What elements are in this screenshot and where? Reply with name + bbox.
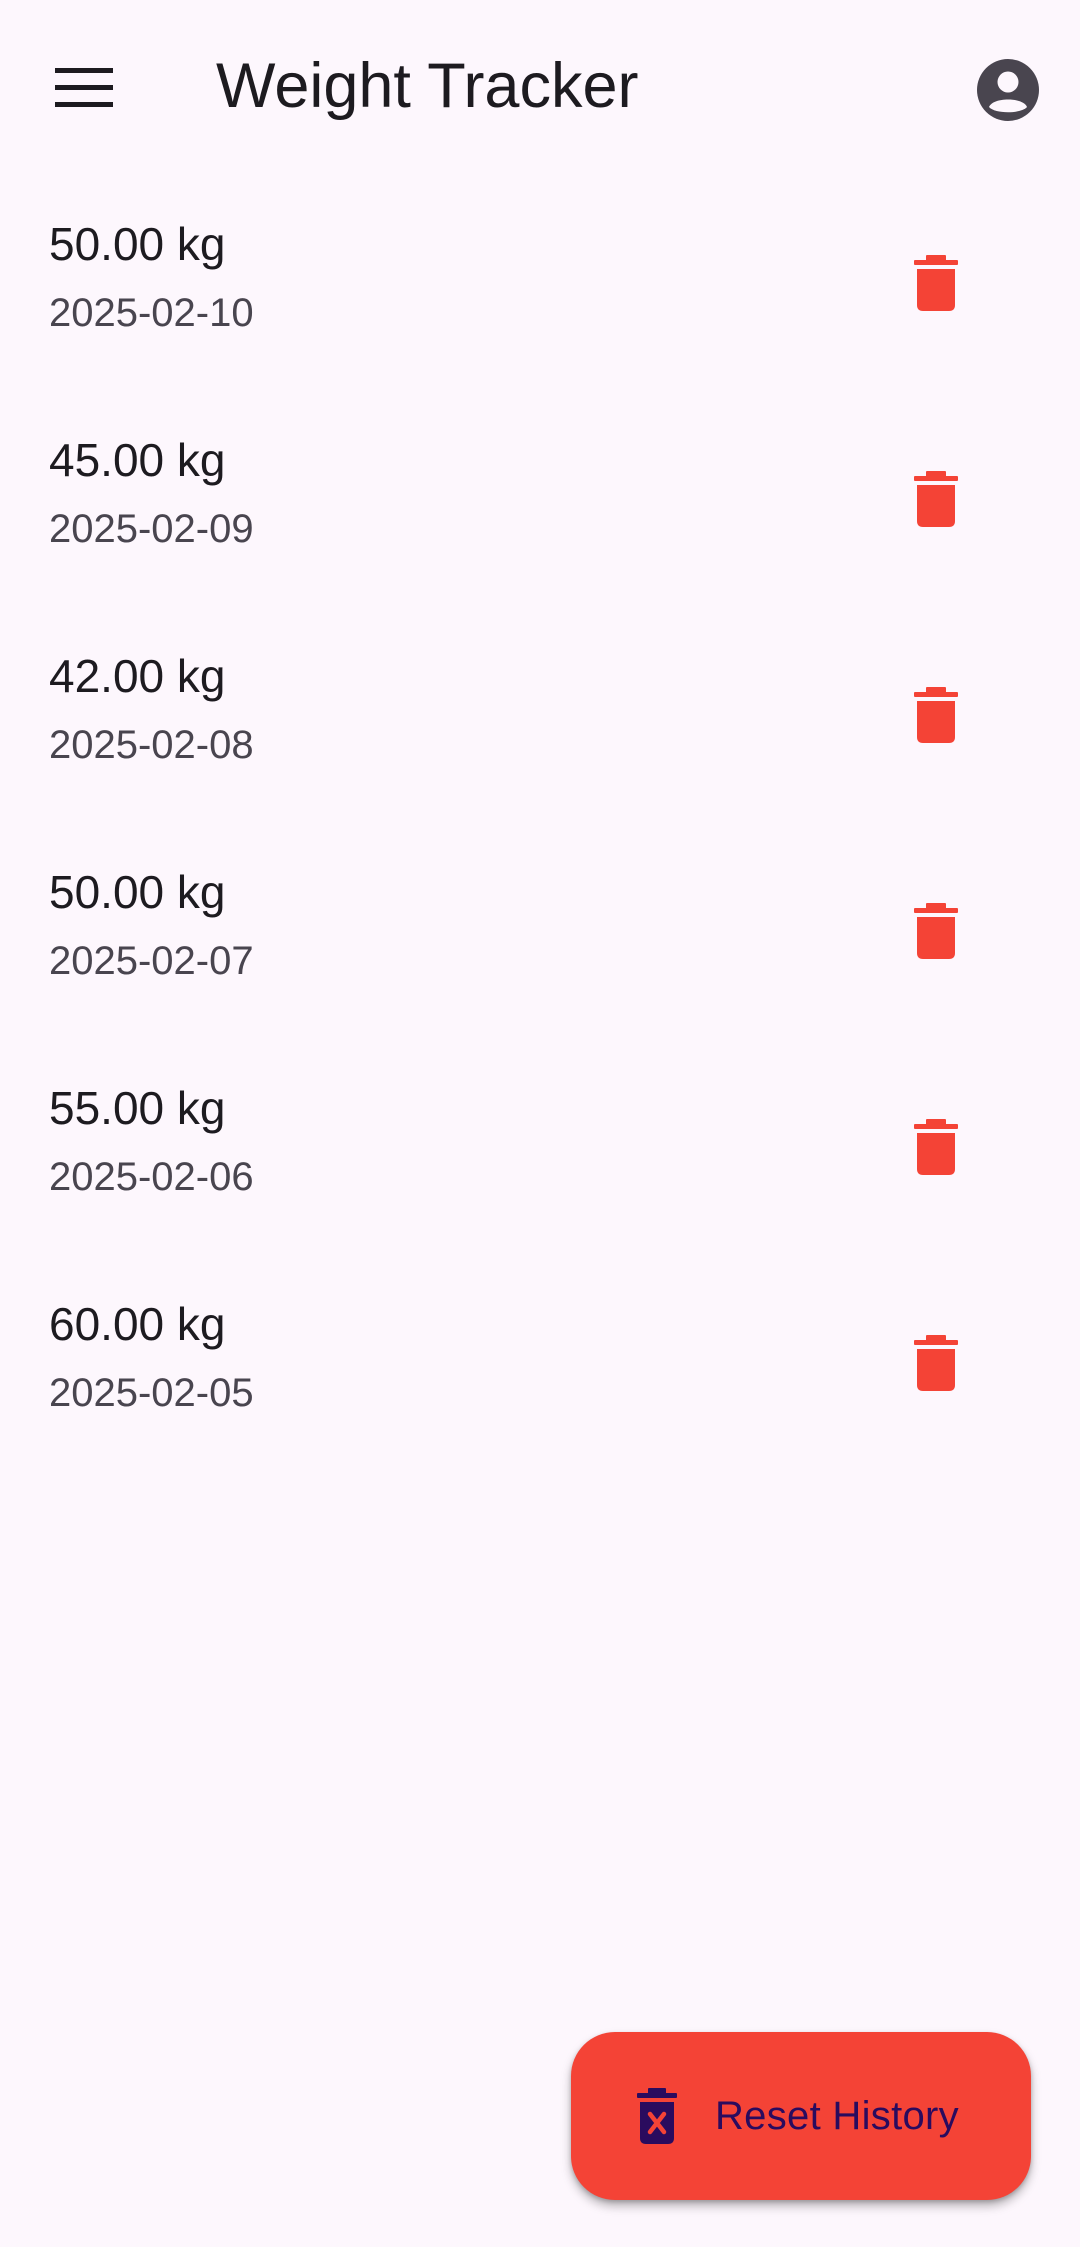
trash-icon xyxy=(914,686,958,748)
entry-weight: 42.00 kg xyxy=(49,650,226,702)
menu-icon xyxy=(55,68,113,108)
account-circle-icon xyxy=(977,58,1039,126)
entry-date: 2025-02-09 xyxy=(49,507,254,551)
trash-icon xyxy=(914,1334,958,1396)
entry-weight: 45.00 kg xyxy=(49,434,226,486)
weight-history-list: 50.00 kg 2025-02-10 45.00 kg 2025-02-09 xyxy=(0,176,1080,1472)
delete-entry-button[interactable] xyxy=(896,1320,976,1410)
menu-button[interactable] xyxy=(40,51,128,125)
entry-weight: 50.00 kg xyxy=(49,218,226,270)
entry-weight: 50.00 kg xyxy=(49,866,226,918)
list-item: 50.00 kg 2025-02-07 xyxy=(0,824,1080,1040)
trash-icon xyxy=(914,254,958,316)
reset-history-label: Reset History xyxy=(715,2094,959,2138)
reset-history-button[interactable]: Reset History xyxy=(571,2032,1031,2200)
entry-date: 2025-02-08 xyxy=(49,723,254,767)
trash-icon xyxy=(914,470,958,532)
delete-entry-button[interactable] xyxy=(896,672,976,762)
delete-entry-button[interactable] xyxy=(896,456,976,546)
list-item: 55.00 kg 2025-02-06 xyxy=(0,1040,1080,1256)
page-title: Weight Tracker xyxy=(216,51,639,121)
list-item: 60.00 kg 2025-02-05 xyxy=(0,1256,1080,1472)
entry-date: 2025-02-07 xyxy=(49,939,254,983)
entry-weight: 55.00 kg xyxy=(49,1082,226,1134)
delete-entry-button[interactable] xyxy=(896,240,976,330)
entry-date: 2025-02-10 xyxy=(49,291,254,335)
entry-weight: 60.00 kg xyxy=(49,1298,226,1350)
list-item: 42.00 kg 2025-02-08 xyxy=(0,608,1080,824)
trash-icon xyxy=(914,902,958,964)
entry-date: 2025-02-05 xyxy=(49,1371,254,1415)
trash-icon xyxy=(914,1118,958,1180)
account-button[interactable] xyxy=(968,52,1048,132)
app-bar: Weight Tracker xyxy=(0,0,1080,176)
list-item: 50.00 kg 2025-02-10 xyxy=(0,176,1080,392)
entry-date: 2025-02-06 xyxy=(49,1155,254,1199)
delete-entry-button[interactable] xyxy=(896,888,976,978)
list-item: 45.00 kg 2025-02-09 xyxy=(0,392,1080,608)
delete-entry-button[interactable] xyxy=(896,1104,976,1194)
delete-forever-icon xyxy=(631,2084,683,2148)
